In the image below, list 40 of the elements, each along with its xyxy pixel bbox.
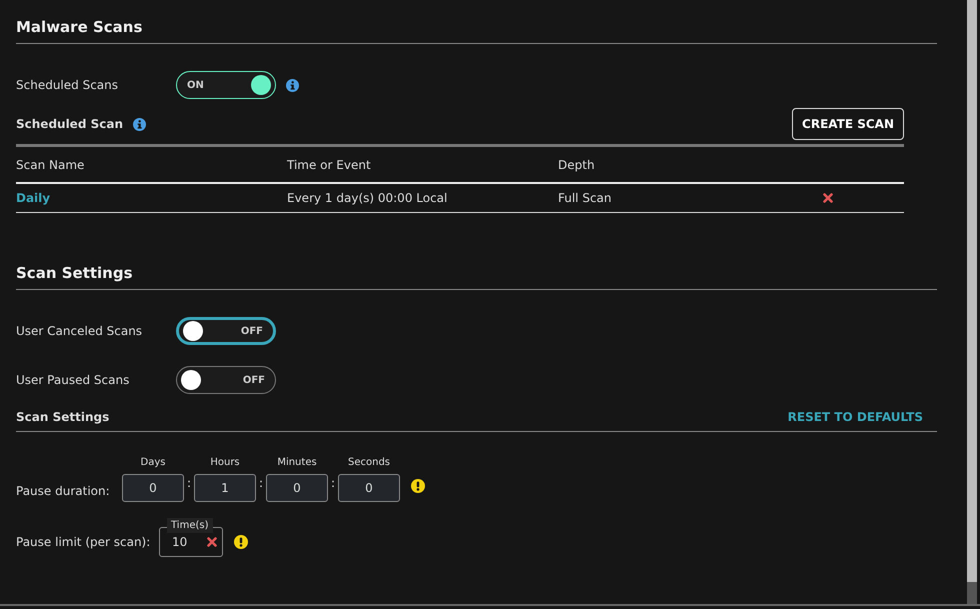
- separator-colon: :: [330, 475, 336, 492]
- column-header: Depth: [558, 156, 596, 174]
- field-caption: Hours: [210, 456, 240, 470]
- info-icon[interactable]: [286, 78, 299, 92]
- toggle-switch[interactable]: OFF: [176, 317, 276, 345]
- info-icon[interactable]: [133, 118, 146, 130]
- toggle-label: User Paused Scans: [16, 372, 130, 389]
- number-field[interactable]: 1: [194, 474, 256, 502]
- scrollbar-thumb[interactable]: [967, 582, 977, 604]
- toggle-label: User Canceled Scans: [16, 323, 144, 340]
- toggle-switch[interactable]: OFF: [176, 366, 276, 394]
- separator-colon: :: [186, 475, 192, 492]
- warning-icon: [411, 479, 425, 493]
- warning-icon: [234, 535, 248, 549]
- field-label: Pause duration:: [16, 483, 111, 500]
- table-cell-text: Every 1 day(s) 00:00 Local: [287, 190, 448, 207]
- number-field[interactable]: 0: [122, 474, 184, 502]
- section-title: Scan Settings: [16, 263, 134, 283]
- scrollbar[interactable]: [967, 0, 977, 604]
- field-caption: Minutes: [277, 456, 317, 470]
- toggle-switch[interactable]: ON: [176, 71, 276, 99]
- number-field[interactable]: 0: [266, 474, 328, 502]
- reset-defaults-link[interactable]: RESET TO DEFAULTS: [788, 408, 923, 426]
- subsection-title: Scheduled Scan: [16, 116, 123, 133]
- section-title: Malware Scans: [16, 17, 144, 37]
- column-header: Time or Event: [287, 156, 372, 174]
- separator-colon: :: [258, 475, 264, 492]
- table-cell-text: Full Scan: [558, 190, 613, 207]
- field-caption: Seconds: [348, 456, 390, 470]
- field-caption: Days: [140, 456, 166, 470]
- delete-icon[interactable]: [823, 193, 833, 203]
- scan-name-link[interactable]: Daily: [16, 191, 50, 205]
- number-field[interactable]: 0: [338, 474, 400, 502]
- column-header: Scan Name: [16, 156, 86, 174]
- create-scan-button[interactable]: CREATE SCAN: [792, 108, 904, 140]
- clear-icon[interactable]: [207, 537, 217, 547]
- subsection-title: Scan Settings: [16, 409, 110, 426]
- field-caption: Time(s): [167, 518, 212, 533]
- field-label: Pause limit (per scan):: [16, 534, 152, 551]
- toggle-label: Scheduled Scans: [16, 77, 119, 94]
